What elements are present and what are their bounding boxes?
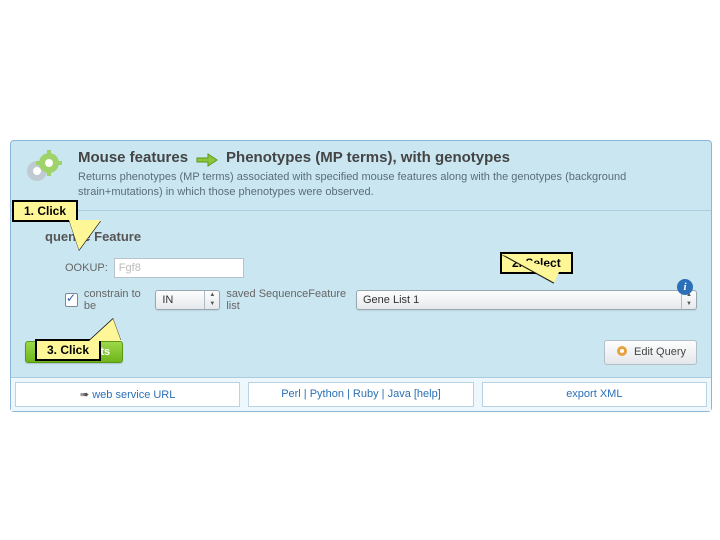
export-xml-link[interactable]: export XML: [482, 382, 707, 407]
constrain-checkbox[interactable]: [65, 293, 78, 307]
callout-1: 1. Click: [12, 200, 78, 222]
panel-description: Returns phenotypes (MP terms) associated…: [78, 170, 699, 200]
callout-2: 2. Select: [500, 252, 573, 274]
saved-list-label: saved SequenceFeature list: [226, 288, 350, 312]
panel-body: quence Feature OOKUP: constrain to be IN…: [11, 211, 711, 377]
lookup-input[interactable]: [114, 258, 244, 278]
panel-footer: ➠ web service URL Perl | Python | Ruby |…: [11, 377, 711, 411]
arrow-right-icon: [196, 151, 218, 165]
edit-query-button[interactable]: Edit Query: [604, 340, 697, 365]
gear-icon: [615, 344, 629, 361]
callout-3: 3. Click: [35, 339, 101, 361]
edit-query-label: Edit Query: [634, 346, 686, 358]
in-not-in-select[interactable]: IN ▲▼: [155, 290, 220, 310]
template-panel: Mouse features Phenotypes (MP terms), wi…: [10, 140, 712, 412]
lookup-label: OOKUP:: [65, 262, 108, 274]
stepper-icon: ▲▼: [204, 291, 219, 309]
actions-row: Show Results Edit Query: [25, 340, 697, 365]
section-title: quence Feature: [45, 229, 697, 244]
info-icon[interactable]: i: [677, 279, 693, 295]
constrain-label: constrain to be: [84, 288, 149, 312]
title-left: Mouse features: [78, 149, 188, 166]
gear-icon: [23, 149, 63, 189]
title-right: Phenotypes (MP terms), with genotypes: [226, 149, 510, 166]
lookup-row: OOKUP:: [65, 258, 697, 278]
saved-list-select[interactable]: Gene List 1 ▲▼: [356, 290, 697, 310]
constrain-row: constrain to be IN ▲▼ saved SequenceFeat…: [65, 288, 697, 312]
lang-links[interactable]: Perl | Python | Ruby | Java [help]: [248, 382, 473, 407]
panel-title: Mouse features Phenotypes (MP terms), wi…: [78, 149, 699, 166]
web-service-link[interactable]: ➠ web service URL: [15, 382, 240, 407]
panel-header: Mouse features Phenotypes (MP terms), wi…: [11, 141, 711, 211]
